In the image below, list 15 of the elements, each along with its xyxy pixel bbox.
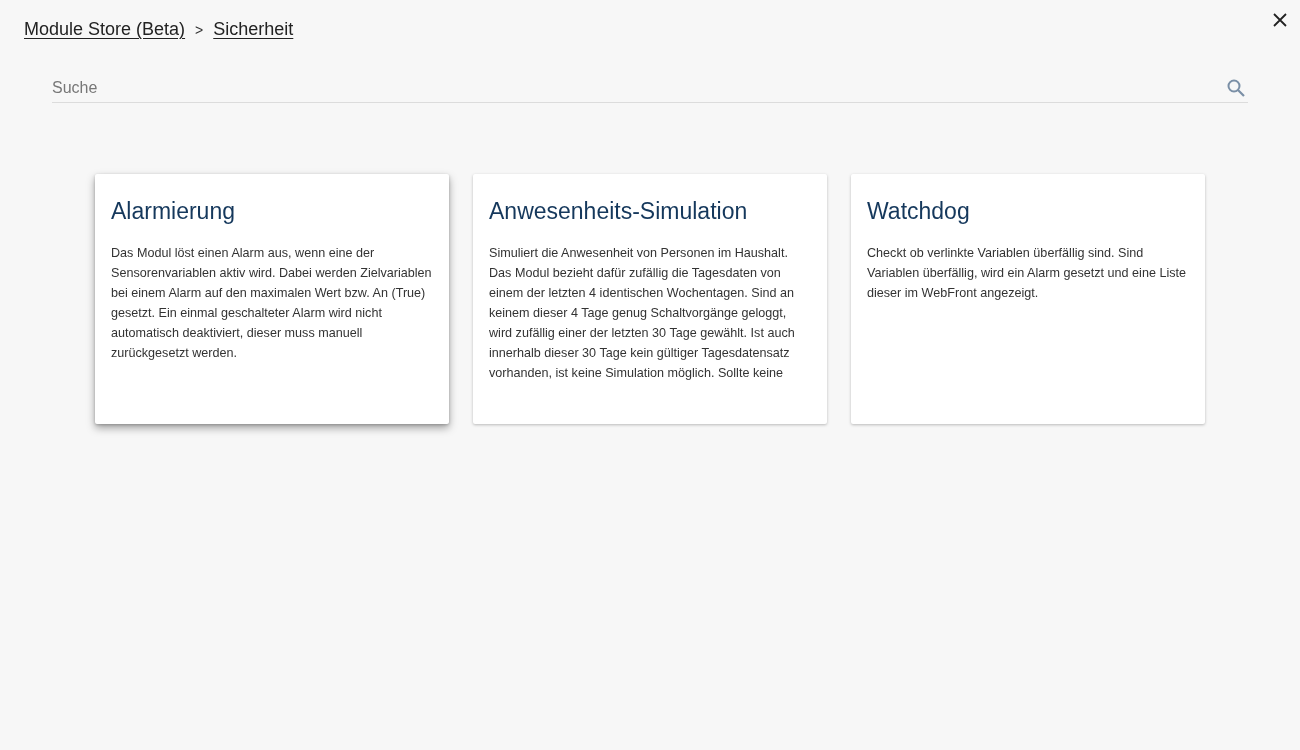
module-card[interactable] — [95, 174, 449, 424]
module-card[interactable]: Watchdog Checkt ob verlinkte Variablen überfällig sind. Sind Variablen überfällig, wird ein Alarm gesetzt und eine Liste dieser im WebFront angezeigt. — [851, 174, 1205, 424]
search-icon[interactable] — [1227, 79, 1245, 97]
breadcrumb-separator: > — [195, 21, 204, 38]
breadcrumb-link[interactable]: Module Store (Beta) — [24, 19, 186, 40]
card-title: Alarmierung — [111, 197, 236, 226]
module-card[interactable] — [473, 174, 827, 424]
card-title: Anwesenheits-Simulation — [489, 197, 749, 226]
close-icon — [1273, 13, 1287, 27]
card-description: Checkt ob verlinkte Variablen überfällig sind. Sind Variablen überfällig, wird ein Alarm gesetzt und eine Liste dieser im WebFront angezeigt. — [867, 245, 1187, 302]
breadcrumb-link[interactable]: Sicherheit — [213, 19, 294, 40]
card-description: Simuliert die Anwesenheit von Personen im Haushalt. Das Modul bezieht dafür zufällig die Tagesdaten von einem der letzten 4 identischen Wochentagen. Sind an keinem dieser 4 Tage genug Schaltvorgänge geloggt, wird zufällig einer der letzten 30 Tage gewählt. Ist auch innerhalb dieser 30 Tage kein gültiger Tagesdatensatz vorhanden, ist keine Simulation möglich. Sollte keine — [489, 245, 796, 382]
card-description: Das Modul löst einen Alarm aus, wenn eine der Sensorenvariablen aktiv wird. Dabei werden Zielvariablen bei einem Alarm auf den maximalen Wert bzw. An (True) gesetzt. Ein einmal geschalteter Alarm wird nicht automatisch deaktiviert, dieser muss manuell zurückgesetzt werden. — [111, 245, 433, 362]
card-title: Watchdog — [867, 197, 971, 226]
search-field[interactable]: Suche — [52, 73, 1248, 103]
